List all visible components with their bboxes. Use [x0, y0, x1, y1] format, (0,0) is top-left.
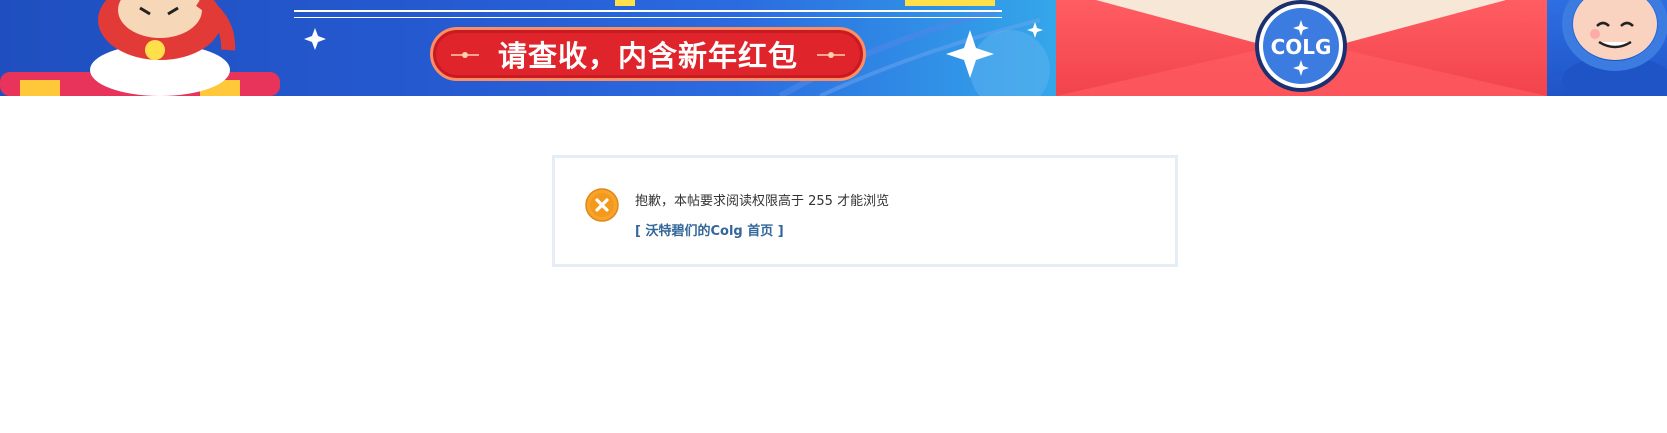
mascot-right-illustration	[1547, 0, 1667, 96]
slogan-left-ornament	[451, 52, 479, 58]
top-banner[interactable]: 请查收，内含新年红包 COLG	[0, 0, 1667, 96]
seal-text: COLG	[1271, 35, 1332, 59]
error-x-icon	[585, 188, 619, 222]
banner-slogan-pill: 请查收，内含新年红包	[430, 27, 866, 81]
banner-top-rule	[294, 10, 1002, 18]
slogan-right-ornament	[817, 52, 845, 58]
colg-seal-logo: COLG	[1253, 0, 1349, 96]
permission-denied-box: 抱歉，本帖要求阅读权限高于 255 才能浏览 [ 沃特碧们的Colg 首页 ]	[552, 155, 1178, 267]
mascot-left-illustration	[0, 0, 280, 96]
colg-home-link[interactable]: [ 沃特碧们的Colg 首页 ]	[635, 220, 784, 239]
permission-message-text: 抱歉，本帖要求阅读权限高于 255 才能浏览	[635, 194, 890, 209]
banner-slogan-text: 请查收，内含新年红包	[497, 39, 798, 73]
